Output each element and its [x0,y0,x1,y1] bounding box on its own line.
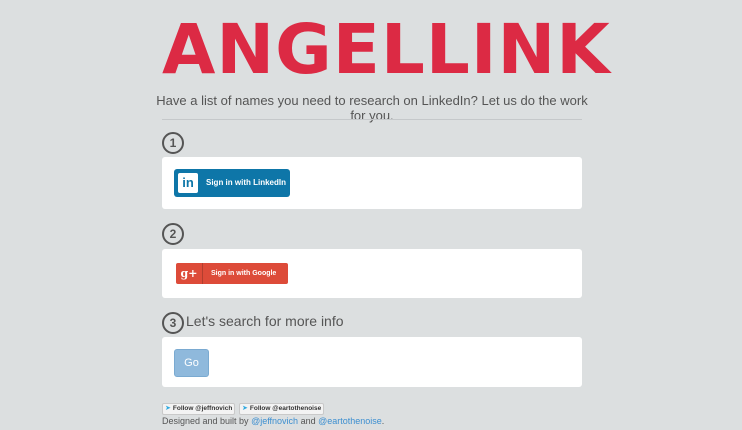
follow-eartothenoise-button[interactable]: ➤ Follow @eartothenoise [239,403,325,415]
twitter-bird-icon: ➤ [165,405,171,412]
follow-jeffnovich-button[interactable]: ➤ Follow @jeffnovich [162,403,236,415]
credit-and: and [298,416,319,426]
step-1-number: 1 [162,132,184,154]
follow-jeffnovich-label: Follow @jeffnovich [172,405,233,412]
twitter-bird-icon: ➤ [242,405,248,412]
step-3-title: Let's search for more info [186,313,344,329]
author-link-jeffnovich[interactable]: @jeffnovich [251,416,298,426]
google-plus-icon: g+ [176,263,203,284]
step-3-number: 3 [162,312,184,334]
follow-eartothenoise-label: Follow @eartothenoise [249,405,322,412]
step-2-number: 2 [162,223,184,245]
author-link-eartothenoise[interactable]: @eartothenoise [318,416,382,426]
google-signin-label: Sign in with Google [211,270,277,277]
google-signin-button[interactable]: g+ Sign in with Google [176,263,288,284]
linkedin-signin-button[interactable]: in Sign in with LinkedIn [174,169,290,197]
go-button[interactable]: Go [174,349,209,377]
linkedin-icon: in [178,173,198,193]
credit-prefix: Designed and built by [162,416,252,426]
credit-suffix: . [381,416,385,426]
linkedin-signin-label: Sign in with LinkedIn [206,178,286,187]
divider [162,119,582,120]
app-logo: ANGELLINK [162,10,611,90]
step-2-panel: g+ Sign in with Google [162,249,582,298]
step-3-panel: Go [162,337,582,387]
footer-credit: Designed and built by @jeffnovich and @e… [162,416,384,426]
step-1-panel: in Sign in with LinkedIn [162,157,582,209]
